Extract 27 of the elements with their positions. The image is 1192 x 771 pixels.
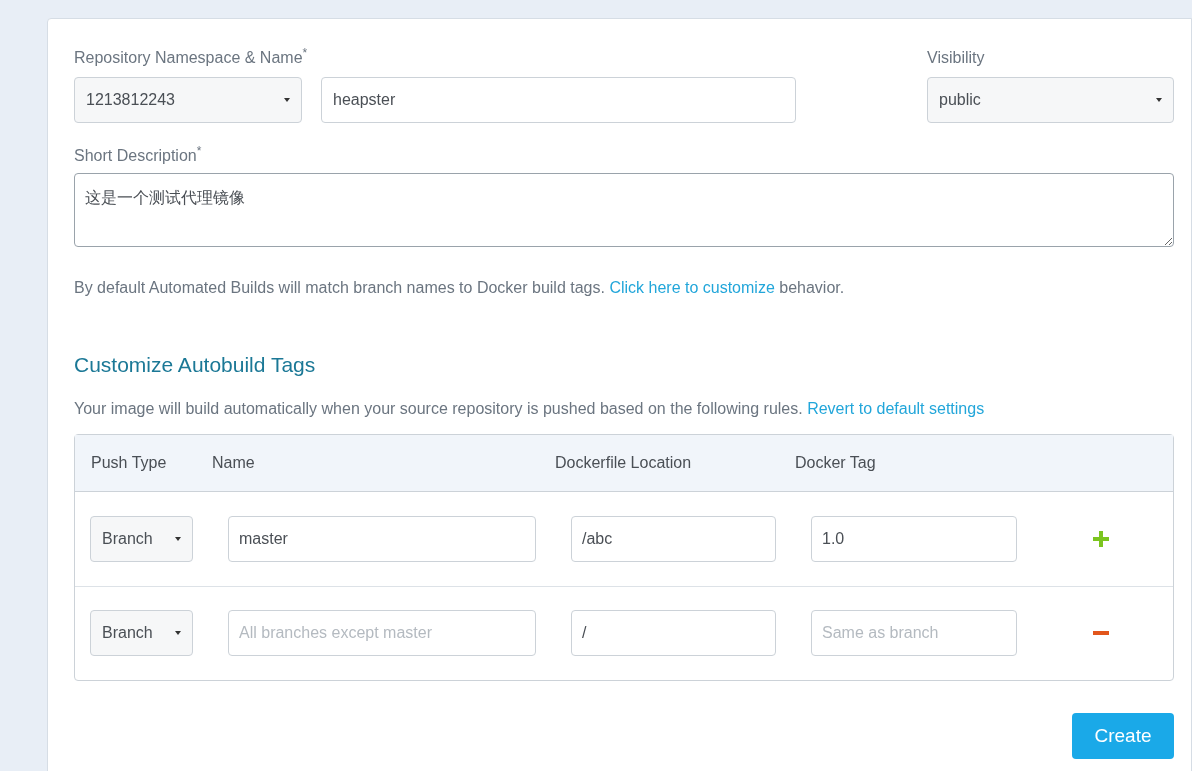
field-label: Repository Namespace & Name$^{*}$ — [74, 49, 308, 66]
namespace-dropdown[interactable]: 1213812243 — [74, 77, 302, 123]
plus-icon[interactable] — [1093, 530, 1109, 547]
text-input[interactable]: Same as branch — [811, 610, 1017, 656]
caret-icon — [284, 98, 290, 102]
push-type-dropdown[interactable]: Branch — [90, 610, 193, 656]
push-type-dropdown[interactable]: Branch — [90, 515, 193, 562]
caret-icon — [1156, 98, 1162, 102]
text-input[interactable]: / — [571, 610, 776, 656]
text-input[interactable]: master — [228, 515, 536, 562]
text-input[interactable]: All branches except master — [228, 610, 536, 656]
caret-icon — [175, 536, 181, 541]
name-input[interactable]: heapster — [321, 77, 796, 123]
column-header: Dockerfile Location — [555, 453, 692, 471]
column-header: Name — [212, 453, 255, 471]
field-label: Visibility — [927, 49, 985, 66]
text-input[interactable]: /abc — [571, 515, 776, 562]
section-title: Customize Autobuild Tags — [73, 352, 317, 378]
description-textarea[interactable]: 这是一个测试代理镜像 — [74, 173, 1174, 247]
text-input[interactable]: 1.0 — [811, 515, 1017, 562]
field-label: Short Description$^{*}$ — [74, 147, 202, 164]
visibility-dropdown[interactable]: public — [927, 77, 1174, 123]
section-text: Your image will build automatically when your source repository is pushed based on the following rules. Revert to default settings — [73, 398, 986, 419]
column-header: Push Type — [91, 453, 167, 471]
column-header: Docker Tag — [795, 453, 876, 471]
info-text: By default Automated Builds will match branch names to Docker build tags. Click here to customize behavior. — [73, 278, 846, 298]
caret-icon — [175, 631, 181, 635]
